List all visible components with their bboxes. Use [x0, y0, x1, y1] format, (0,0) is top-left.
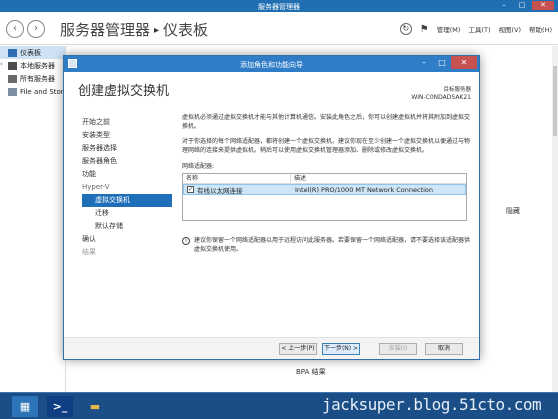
- wizard-window-controls: – □ ✕: [415, 56, 477, 69]
- server-manager-titlebar: 服务器管理器 – □ ✕: [0, 0, 558, 12]
- sidebar-item-all-servers[interactable]: 所有服务器: [0, 72, 65, 85]
- adapter-description: Intel(R) PRO/1000 MT Network Connection: [295, 186, 434, 194]
- info-icon: i: [182, 237, 190, 245]
- description-paragraph-2: 对于你选择的每个网络适配器，都将创建一个虚拟交换机。建议你现在至少创建一个虚拟交…: [182, 138, 471, 154]
- network-adapters-grid: 名称 描述 ✓ 有线以太网连接 Intel(R) PRO/1000 MT Net…: [182, 173, 467, 221]
- server-icon: [8, 61, 17, 70]
- breadcrumb-separator-icon: ▸: [154, 25, 160, 36]
- server-manager-header: ‹ › 服务器管理器 ▸ 仪表板 ↻ ⚑ 管理(M) 工具(T) 视图(V) 帮助(…: [0, 12, 558, 45]
- servers-icon: [8, 74, 17, 83]
- breadcrumb-root[interactable]: 服务器管理器: [60, 21, 150, 39]
- file-storage-icon: [8, 87, 17, 96]
- info-note: i 建议你保留一个网络适配器以用于远程访问此服务器。若要保留一个网络适配器，请不…: [182, 236, 472, 254]
- back-button[interactable]: ‹: [6, 20, 24, 38]
- column-header-name[interactable]: 名称: [183, 174, 291, 183]
- description-paragraph-1: 虚拟机必须通过虚拟交换机才能与其他计算机通信。安装此角色之后，你可以创建虚拟机并…: [182, 114, 471, 130]
- breadcrumb: 服务器管理器 ▸ 仪表板: [60, 19, 208, 40]
- wizard-close-button[interactable]: ✕: [451, 56, 477, 69]
- wizard-heading: 创建虚拟交换机: [78, 84, 170, 99]
- close-button[interactable]: ✕: [532, 1, 554, 10]
- adapter-name-cell: ✓ 有线以太网连接: [184, 185, 292, 195]
- sidebar: ‹ 仪表板 本地服务器 所有服务器 File and Stor: [0, 46, 66, 392]
- destination-label: 目标服务器: [443, 87, 471, 93]
- menu-help[interactable]: 帮助(H): [529, 24, 552, 34]
- file-explorer-taskbar-icon[interactable]: ▬: [82, 396, 108, 417]
- sidebar-item-dashboard[interactable]: 仪表板: [0, 46, 65, 59]
- wizard-titlebar: 添加角色和功能向导 – □ ✕: [64, 56, 479, 72]
- nav-installation-type[interactable]: 安装类型: [82, 129, 172, 142]
- bpa-results-label: BPA 结果: [296, 368, 326, 376]
- info-text: 建议你保留一个网络适配器以用于远程访问此服务器。若要保留一个网络适配器，请不要选…: [194, 237, 471, 253]
- destination-server-name: WIN-C0NDADSAK21: [411, 94, 471, 101]
- nav-features[interactable]: 功能: [82, 168, 172, 181]
- menu-view[interactable]: 视图(V): [499, 24, 522, 34]
- wizard-footer: < 上一步(P) 下一步(N) > 安装(I) 取消: [64, 337, 479, 359]
- header-menu: ↻ ⚑ 管理(M) 工具(T) 视图(V) 帮助(H): [399, 23, 552, 35]
- forward-button[interactable]: ›: [27, 20, 45, 38]
- nav-confirmation[interactable]: 确认: [82, 233, 172, 246]
- menu-manage[interactable]: 管理(M): [437, 24, 461, 34]
- nav-virtual-switches[interactable]: 虚拟交换机: [82, 194, 172, 207]
- minimize-button[interactable]: –: [496, 1, 512, 10]
- adapter-name: 有线以太网连接: [197, 186, 243, 195]
- nav-hyper-v[interactable]: Hyper-V: [82, 181, 172, 194]
- refresh-icon[interactable]: ↻: [399, 23, 412, 35]
- scrollbar-thumb[interactable]: [553, 66, 557, 136]
- nav-results: 结果: [82, 248, 96, 256]
- sidebar-item-local-server[interactable]: 本地服务器: [0, 59, 65, 72]
- wizard-nav: 开始之前 安装类型 服务器选择 服务器角色 功能 Hyper-V 虚拟交换机 迁…: [82, 116, 172, 259]
- breadcrumb-current: 仪表板: [163, 21, 209, 39]
- sidebar-item-label: 本地服务器: [20, 61, 55, 70]
- next-button[interactable]: 下一步(N) >: [322, 343, 360, 355]
- grid-header: 名称 描述: [183, 174, 466, 184]
- maximize-button[interactable]: □: [514, 1, 530, 10]
- cancel-button[interactable]: 取消: [425, 343, 463, 355]
- adapter-checkbox[interactable]: ✓: [187, 186, 194, 193]
- sidebar-item-label: 所有服务器: [20, 74, 55, 83]
- watermark: jacksuper.blog.51cto.com: [322, 395, 542, 414]
- server-manager-taskbar-icon[interactable]: ▦: [12, 396, 38, 417]
- window-title: 服务器管理器: [258, 3, 300, 11]
- install-button: 安装(I): [379, 343, 417, 355]
- nav-migration[interactable]: 迁移: [82, 207, 172, 220]
- column-header-description[interactable]: 描述: [291, 174, 466, 183]
- collapse-chevron-icon[interactable]: ‹: [0, 60, 3, 68]
- network-adapters-label: 网络适配器:: [182, 163, 215, 170]
- window-controls: – □ ✕: [496, 1, 554, 10]
- sidebar-item-file-storage[interactable]: File and Stor: [0, 85, 65, 98]
- table-row[interactable]: ✓ 有线以太网连接 Intel(R) PRO/1000 MT Network C…: [183, 184, 466, 195]
- destination-server: 目标服务器 WIN-C0NDADSAK21: [411, 86, 471, 102]
- content-scrollbar[interactable]: [552, 46, 558, 392]
- wizard-maximize-button[interactable]: □: [433, 56, 451, 69]
- sidebar-item-label: 仪表板: [20, 48, 41, 57]
- add-roles-wizard: 添加角色和功能向导 – □ ✕ 创建虚拟交换机 目标服务器 WIN-C0NDAD…: [63, 55, 480, 360]
- sidebar-item-label: File and Stor: [20, 87, 64, 96]
- hide-link[interactable]: 隐藏: [506, 206, 520, 216]
- nav-server-selection[interactable]: 服务器选择: [82, 142, 172, 155]
- nav-default-stores[interactable]: 默认存储: [82, 220, 172, 233]
- powershell-taskbar-icon[interactable]: >_: [47, 396, 73, 417]
- wizard-body: 虚拟机必须通过虚拟交换机才能与其他计算机通信。安装此角色之后，你可以创建虚拟机并…: [182, 113, 472, 221]
- wizard-minimize-button[interactable]: –: [415, 56, 433, 69]
- notifications-flag-icon[interactable]: ⚑: [420, 24, 429, 35]
- menu-tools[interactable]: 工具(T): [468, 24, 490, 34]
- nav-server-roles[interactable]: 服务器角色: [82, 155, 172, 168]
- nav-before-you-begin[interactable]: 开始之前: [82, 116, 172, 129]
- previous-button[interactable]: < 上一步(P): [279, 343, 317, 355]
- dashboard-icon: [8, 48, 17, 57]
